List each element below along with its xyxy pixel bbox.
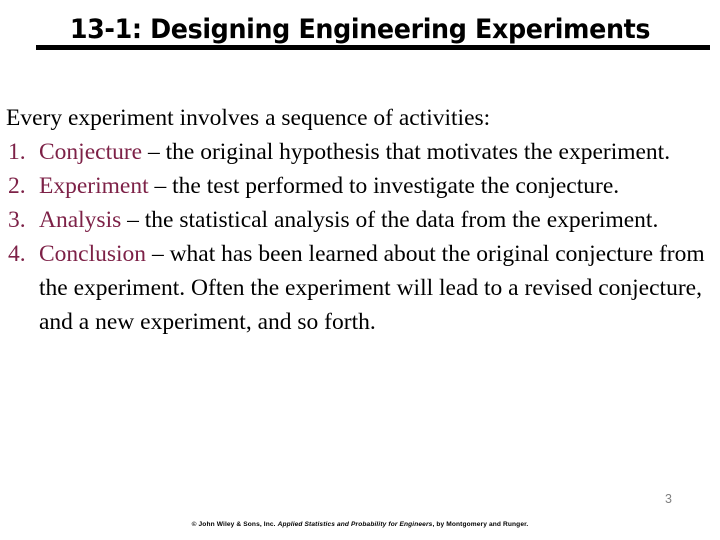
step-number: 1. <box>8 139 26 165</box>
list-item: 2. Experiment – the test performed to inv… <box>6 169 714 203</box>
credit-prefix: © John Wiley & Sons, Inc. <box>191 521 278 528</box>
step-number: 3. <box>8 207 26 233</box>
step-keyword: Conjecture <box>39 139 143 165</box>
slide-body: Every experiment involves a sequence of … <box>6 101 714 339</box>
steps-list: 1. Conjecture – the original hypothesis t… <box>6 135 714 339</box>
step-description: – the original hypothesis that motivates… <box>142 139 671 165</box>
title-underline-rule <box>36 45 710 50</box>
intro-text: Every experiment involves a sequence of … <box>6 105 491 131</box>
step-keyword: Analysis <box>39 207 122 233</box>
credit-suffix: , by Montgomery and Runger. <box>432 521 529 528</box>
step-description: – the test performed to investigate the … <box>148 173 620 199</box>
credit-work-title: Applied Statistics and Probability for E… <box>277 521 433 528</box>
slide-canvas: 13-1: Designing Engineering Experiments … <box>0 0 720 540</box>
step-number: 2. <box>8 173 26 199</box>
copyright-credit: © John Wiley & Sons, Inc. Applied Statis… <box>0 520 720 529</box>
title-block: 13-1: Designing Engineering Experiments <box>0 14 720 46</box>
step-description: – the statistical analysis of the data f… <box>121 207 659 233</box>
list-item: 1. Conjecture – the original hypothesis t… <box>6 135 714 169</box>
step-keyword: Conclusion <box>39 241 147 267</box>
step-number: 4. <box>8 241 26 267</box>
page-number: 3 <box>665 492 672 506</box>
page-title: 13-1: Designing Engineering Experiments <box>69 14 651 45</box>
list-item: 4. Conclusion – what has been learned abo… <box>6 237 714 339</box>
step-keyword: Experiment <box>39 173 149 199</box>
list-item: 3. Analysis – the statistical analysis of… <box>6 203 714 237</box>
